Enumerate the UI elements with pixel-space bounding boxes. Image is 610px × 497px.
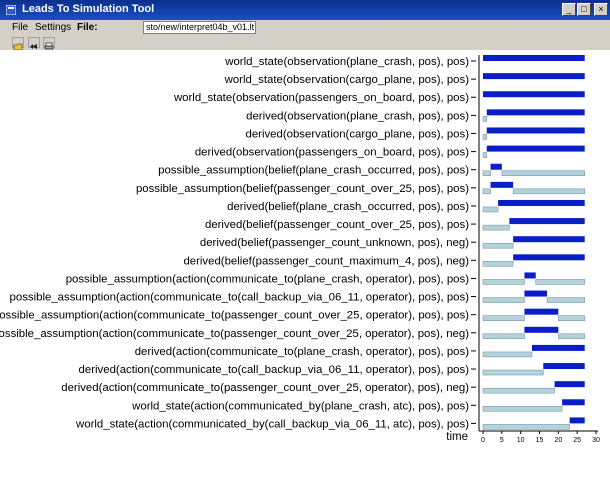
- x-tick-label: 20: [554, 437, 562, 444]
- row-label: derived(observation(passengers_on_board,…: [195, 147, 469, 159]
- false-bar: [482, 297, 525, 303]
- row-label: possible_assumption(belief(passenger_cou…: [136, 183, 469, 195]
- row-label: derived(observation(plane_crash, pos), p…: [246, 110, 469, 122]
- true-bar: [524, 308, 559, 315]
- close-button[interactable]: ×: [594, 3, 608, 16]
- false-bar: [482, 351, 533, 358]
- x-axis-label: time: [446, 431, 468, 443]
- true-bar: [543, 363, 585, 370]
- true-bar: [486, 109, 585, 116]
- file-path-label: File:: [77, 22, 98, 33]
- true-bar: [524, 272, 536, 279]
- false-bar: [482, 261, 514, 267]
- false-bar: [482, 424, 570, 430]
- x-tick-label: 25: [573, 437, 581, 444]
- false-bar: [535, 279, 585, 285]
- gantt-chart: world_state(observation(plane_crash, pos…: [0, 55, 600, 444]
- file-path-field[interactable]: sto/new/interpret04b_v01.lt: [143, 21, 256, 34]
- false-bar: [482, 242, 514, 249]
- x-tick-label: 10: [517, 437, 525, 444]
- row-label: possible_assumption(action(communicate_t…: [0, 310, 469, 322]
- false-bar: [482, 315, 525, 321]
- x-tick-label: 30: [592, 437, 600, 444]
- false-bar: [482, 152, 488, 158]
- false-bar: [482, 224, 510, 231]
- false-bar: [482, 134, 488, 140]
- true-bar: [486, 145, 585, 152]
- false-bar: [501, 170, 585, 176]
- true-bar: [483, 55, 585, 61]
- rewind-icon[interactable]: [28, 37, 40, 49]
- row-label: possible_assumption(action(communicate_t…: [66, 273, 470, 285]
- row-label: derived(belief(passenger_count_maximum_4…: [183, 255, 469, 267]
- row-label: derived(belief(passenger_count_over_25, …: [205, 219, 469, 231]
- true-bar: [509, 218, 585, 225]
- row-label: derived(observation(cargo_plane, pos), p…: [245, 128, 469, 140]
- false-bar: [482, 369, 544, 376]
- row-label: possible_assumption(action(communicate_t…: [0, 328, 469, 340]
- false-bar: [546, 297, 585, 303]
- row-label: world_state(observation(plane_crash, pos…: [224, 56, 469, 68]
- x-tick-label: 15: [536, 437, 544, 444]
- false-bar: [482, 170, 491, 176]
- false-bar: [482, 206, 499, 213]
- row-label: world_state(observation(cargo_plane, pos…: [224, 74, 470, 86]
- true-bar: [569, 417, 585, 424]
- row-label: derived(belief(plane_crash_occurred, pos…: [227, 201, 469, 213]
- true-bar: [483, 73, 585, 80]
- true-bar: [554, 381, 585, 388]
- true-bar: [531, 344, 585, 351]
- true-bar: [483, 91, 585, 98]
- row-label: world_state(observation(passengers_on_bo…: [173, 92, 469, 104]
- true-bar: [524, 290, 548, 297]
- true-bar: [562, 399, 585, 406]
- toolbar: [0, 36, 610, 51]
- false-bar: [482, 279, 525, 285]
- true-bar: [486, 127, 585, 134]
- window-title: Leads To Simulation Tool: [22, 3, 155, 15]
- row-label: derived(action(communicate_to(plane_cras…: [135, 346, 469, 358]
- false-bar: [558, 333, 585, 340]
- false-bar: [558, 315, 585, 321]
- print-icon[interactable]: [43, 37, 55, 50]
- false-bar: [512, 188, 585, 195]
- true-bar: [490, 181, 514, 188]
- maximize-button[interactable]: □: [577, 3, 591, 16]
- row-label: possible_assumption(belief(plane_crash_o…: [158, 165, 469, 177]
- false-bar: [482, 333, 525, 340]
- true-bar: [524, 326, 559, 333]
- false-bar: [482, 387, 555, 394]
- menu-settings[interactable]: Settings: [35, 22, 71, 33]
- open-folder-icon[interactable]: [12, 37, 24, 51]
- true-bar: [490, 163, 502, 170]
- row-label: world_state(action(communicated_by(call_…: [75, 418, 469, 430]
- minimize-button[interactable]: _: [562, 3, 576, 16]
- x-tick-label: 5: [500, 437, 504, 444]
- title-bar: Leads To Simulation Tool _ □ ×: [0, 0, 610, 20]
- false-bar: [482, 116, 488, 122]
- app-icon: [6, 5, 16, 15]
- menu-bar: File Settings File: sto/new/interpret04b…: [0, 20, 610, 36]
- row-label: possible_assumption(action(communicate_t…: [10, 292, 470, 304]
- false-bar: [482, 188, 491, 195]
- true-bar: [498, 199, 585, 206]
- row-label: world_state(action(communicated_by(plane…: [131, 400, 469, 412]
- x-tick-label: 0: [481, 437, 485, 444]
- row-label: derived(belief(passenger_count_unknown, …: [200, 237, 469, 249]
- row-label: derived(action(communicate_to(call_backu…: [79, 364, 470, 376]
- row-label: derived(action(communicate_to(passenger_…: [61, 382, 469, 394]
- true-bar: [513, 236, 585, 243]
- true-bar: [513, 254, 585, 261]
- chart-area: world_state(observation(plane_crash, pos…: [0, 50, 610, 492]
- false-bar: [482, 406, 563, 412]
- menu-file[interactable]: File: [12, 22, 28, 33]
